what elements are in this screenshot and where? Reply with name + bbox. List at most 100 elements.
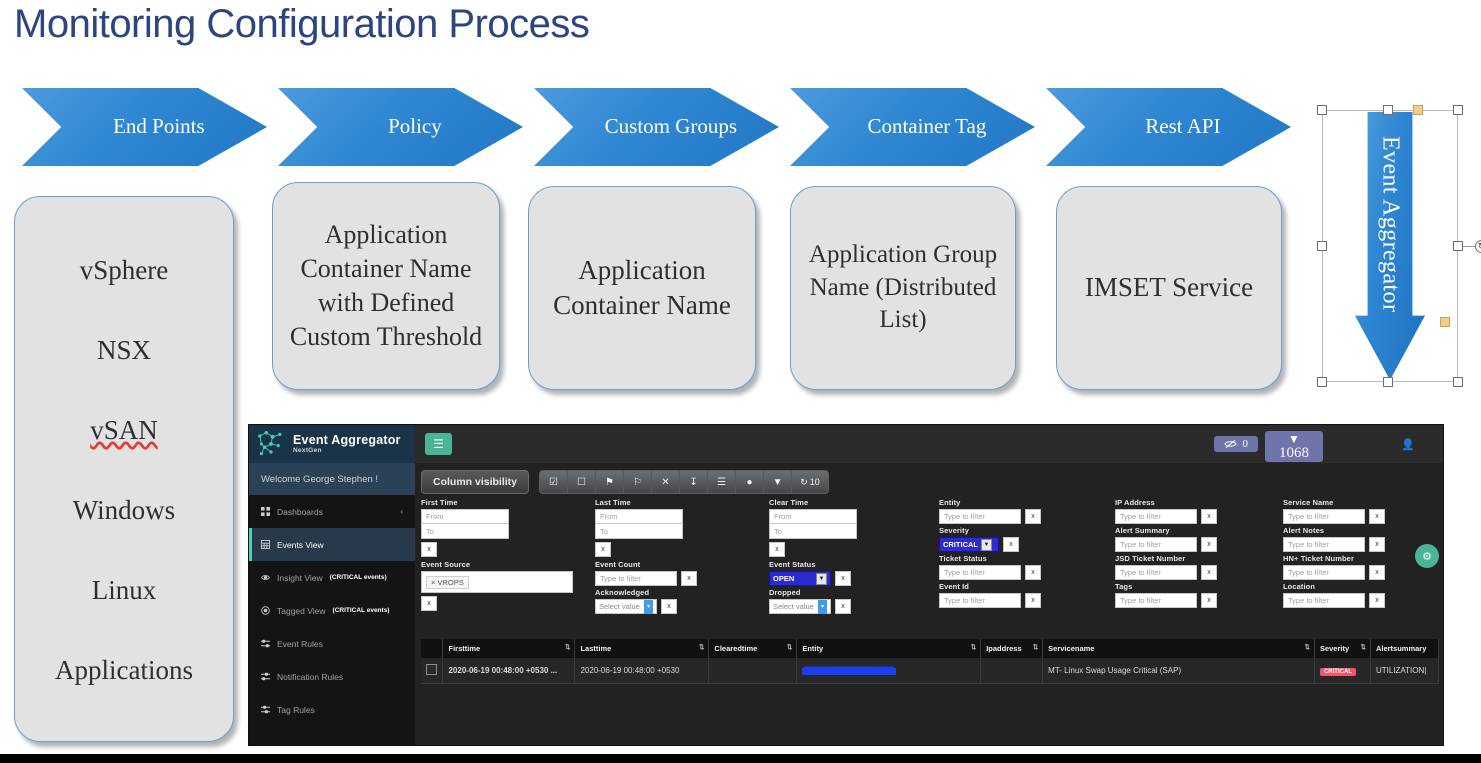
table-header-ipaddress[interactable]: Ipaddress ⇅ bbox=[980, 639, 1044, 658]
filter-entity: Entity Type to filter x bbox=[939, 498, 1041, 524]
table-header-select[interactable] bbox=[421, 639, 444, 658]
sort-icon[interactable]: ⇅ bbox=[971, 643, 977, 651]
ticket-status-input[interactable]: Type to filter bbox=[939, 565, 1021, 580]
select-all-icon[interactable]: ☑ bbox=[540, 471, 569, 493]
resize-handle-ml[interactable] bbox=[1317, 241, 1327, 251]
table-header-severity[interactable]: Severity ⇅ bbox=[1314, 639, 1371, 658]
filter-icon[interactable]: ▼ bbox=[764, 471, 793, 493]
clear-time-clear-button[interactable]: x bbox=[769, 542, 785, 557]
refresh-icon[interactable]: ↻ 10 bbox=[792, 471, 828, 493]
adjust-handle-bottom[interactable] bbox=[1440, 317, 1450, 327]
last-time-clear-button[interactable]: x bbox=[595, 542, 611, 557]
sidebar-item-tag-rules[interactable]: Tag Rules bbox=[249, 693, 415, 726]
sidebar-item-event-rules[interactable]: Event Rules bbox=[249, 627, 415, 660]
hn-ticket-number-clear-button[interactable]: x bbox=[1369, 565, 1385, 580]
last-time-to-input[interactable]: To bbox=[595, 524, 683, 539]
clear-time-from-input[interactable]: From bbox=[769, 509, 857, 524]
event-id-input[interactable]: Type to filter bbox=[939, 593, 1021, 608]
resize-handle-br[interactable] bbox=[1453, 377, 1463, 387]
jsd-ticket-number-clear-button[interactable]: x bbox=[1201, 565, 1217, 580]
clear-time-to-input[interactable]: To bbox=[769, 524, 857, 539]
first-time-clear-button[interactable]: x bbox=[421, 542, 437, 557]
event-source-input[interactable]: × VROPS bbox=[421, 571, 573, 593]
deselect-all-icon[interactable]: ☐ bbox=[568, 471, 597, 493]
table-header-lasttime[interactable]: Lasttime ⇅ bbox=[574, 639, 710, 658]
th-label: Entity bbox=[802, 644, 824, 653]
event-count-input[interactable]: Type to filter bbox=[595, 571, 677, 586]
service-name-input[interactable]: Type to filter bbox=[1283, 509, 1365, 524]
ticket-status-clear-button[interactable]: x bbox=[1025, 565, 1041, 580]
event-source-tag[interactable]: × VROPS bbox=[426, 575, 469, 589]
sidebar-item-dashboards[interactable]: Dashboards ‹ bbox=[249, 495, 415, 528]
ip-address-input[interactable]: Type to filter bbox=[1115, 509, 1197, 524]
resize-handle-tl[interactable] bbox=[1317, 105, 1327, 115]
user-icon[interactable]: 👤 bbox=[1401, 438, 1415, 451]
sort-icon[interactable]: ⇅ bbox=[1360, 643, 1366, 651]
event-status-clear-button[interactable]: x bbox=[835, 571, 851, 586]
table-header-entity[interactable]: Entity ⇅ bbox=[796, 639, 982, 658]
acknowledged-clear-button[interactable]: x bbox=[661, 599, 677, 614]
sidebar-item-insight-view[interactable]: Insight View (CRITICAL events) bbox=[249, 561, 415, 594]
alert-notes-clear-button[interactable]: x bbox=[1369, 537, 1385, 552]
tags-clear-button[interactable]: x bbox=[1201, 593, 1217, 608]
resize-handle-bl[interactable] bbox=[1317, 377, 1327, 387]
service-name-clear-button[interactable]: x bbox=[1369, 509, 1385, 524]
location-input[interactable]: Type to filter bbox=[1283, 593, 1365, 608]
tags-input[interactable]: Type to filter bbox=[1115, 593, 1197, 608]
sort-icon[interactable]: ⇅ bbox=[699, 643, 705, 651]
download-icon[interactable]: ↧ bbox=[680, 471, 709, 493]
hamburger-menu-button[interactable]: ☰ bbox=[425, 433, 452, 455]
resize-handle-mr[interactable] bbox=[1453, 241, 1463, 251]
severity-clear-button[interactable]: x bbox=[1003, 537, 1019, 552]
table-header-clearedtime[interactable]: Clearedtime ⇅ bbox=[708, 639, 798, 658]
sort-icon[interactable]: ⇅ bbox=[1033, 643, 1039, 651]
column-visibility-button[interactable]: Column visibility bbox=[421, 470, 530, 494]
event-aggregator-shape[interactable]: Event Aggregator ↻ bbox=[1310, 100, 1481, 395]
entity-input[interactable]: Type to filter bbox=[939, 509, 1021, 524]
table-header-alertsummary[interactable]: Alertsummary bbox=[1370, 639, 1440, 658]
alert-summary-clear-button[interactable]: x bbox=[1201, 537, 1217, 552]
location-clear-button[interactable]: x bbox=[1369, 593, 1385, 608]
comment-icon[interactable]: ● bbox=[736, 471, 765, 493]
sidebar-item-notification-rules[interactable]: Notification Rules bbox=[249, 660, 415, 693]
sidebar-item-events-view[interactable]: Events View bbox=[249, 528, 415, 561]
resize-handle-bm[interactable] bbox=[1383, 377, 1393, 387]
resize-handle-tr[interactable] bbox=[1453, 105, 1463, 115]
adjust-handle-top[interactable] bbox=[1413, 105, 1423, 115]
resize-handle-tm[interactable] bbox=[1383, 105, 1393, 115]
severity-select[interactable]: CRITICAL ▼ bbox=[939, 537, 999, 552]
flag-outline-icon[interactable]: ⚐ bbox=[624, 471, 653, 493]
event-status-select[interactable]: OPEN ▼ bbox=[769, 571, 831, 586]
dropped-clear-button[interactable]: x bbox=[835, 599, 851, 614]
last-time-from-input[interactable]: From bbox=[595, 509, 683, 524]
event-source-clear-button[interactable]: x bbox=[421, 596, 437, 611]
first-time-to-input[interactable]: To bbox=[421, 524, 509, 539]
alert-summary-input[interactable]: Type to filter bbox=[1115, 537, 1197, 552]
entity-clear-button[interactable]: x bbox=[1025, 509, 1041, 524]
hn-ticket-number-input[interactable]: Type to filter bbox=[1283, 565, 1365, 580]
list-icon[interactable]: ☰ bbox=[708, 471, 737, 493]
table-header-servicename[interactable]: Servicename ⇅ bbox=[1042, 639, 1315, 658]
dropped-select[interactable]: Select value ▾ bbox=[769, 599, 831, 614]
first-time-from-input[interactable]: From bbox=[421, 509, 509, 524]
sidebar-item-tagged-view[interactable]: Tagged View (CRITICAL events) bbox=[249, 594, 415, 627]
row-checkbox[interactable] bbox=[426, 664, 437, 675]
jsd-ticket-number-input[interactable]: Type to filter bbox=[1115, 565, 1197, 580]
acknowledged-select[interactable]: Select value ▾ bbox=[595, 599, 657, 614]
sort-icon[interactable]: ⇅ bbox=[1305, 643, 1311, 651]
hidden-events-badge[interactable]: 0 bbox=[1213, 436, 1258, 452]
ip-address-clear-button[interactable]: x bbox=[1201, 509, 1217, 524]
event-id-clear-button[interactable]: x bbox=[1025, 593, 1041, 608]
table-row[interactable]: 2020-06-19 00:48:00 +0530 ... 2020-06-19… bbox=[421, 658, 1440, 684]
sort-icon[interactable]: ⇅ bbox=[565, 643, 571, 651]
table-header-firsttime[interactable]: Firsttime ⇅ bbox=[442, 639, 576, 658]
settings-gear-icon[interactable]: ⚙ bbox=[1415, 544, 1439, 568]
rotate-handle-icon[interactable]: ↻ bbox=[1475, 240, 1481, 253]
total-events-badge[interactable]: ▼ 1068 bbox=[1265, 431, 1323, 462]
row-select-cell[interactable] bbox=[421, 658, 444, 684]
sort-icon[interactable]: ⇅ bbox=[787, 643, 793, 651]
alert-notes-input[interactable]: Type to filter bbox=[1283, 537, 1365, 552]
event-count-clear-button[interactable]: x bbox=[681, 571, 697, 586]
clear-icon[interactable]: ✕ bbox=[652, 471, 681, 493]
flag-filled-icon[interactable]: ⚑ bbox=[596, 471, 625, 493]
